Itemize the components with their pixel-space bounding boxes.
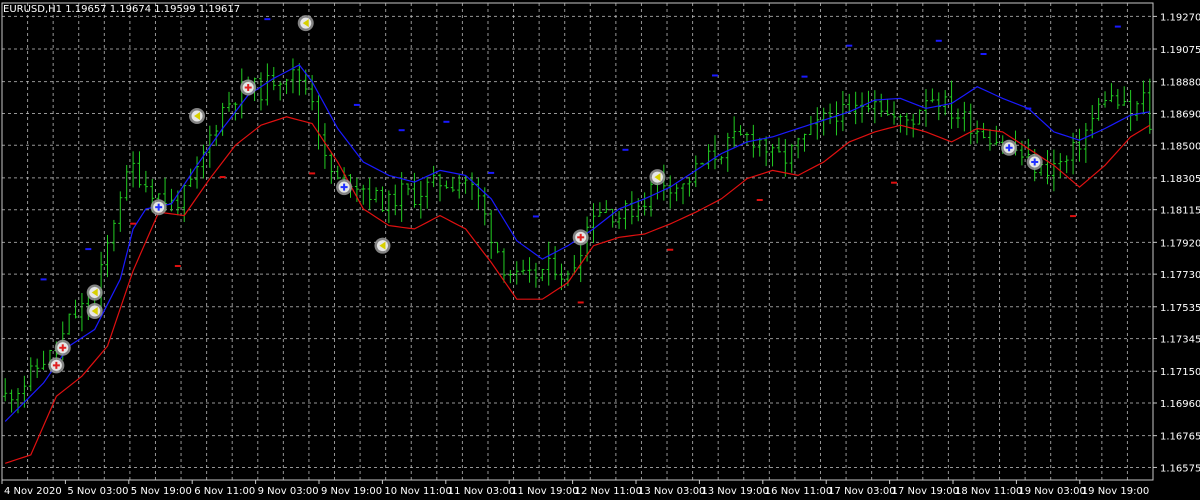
x-tick-label: 6 Nov 11:00 [194, 486, 255, 497]
y-tick-label: 1.19270 [1160, 12, 1200, 23]
x-tick-label: 19 Nov 19:00 [1082, 486, 1149, 497]
signal-marker[interactable] [150, 199, 167, 216]
signal-marker[interactable] [297, 15, 314, 32]
signal-marker[interactable] [54, 339, 71, 356]
y-tick-label: 1.19075 [1160, 45, 1200, 56]
x-tick-label: 16 Nov 11:00 [765, 486, 832, 497]
signal-marker[interactable] [649, 169, 666, 186]
x-tick-label: 9 Nov 19:00 [321, 486, 382, 497]
y-tick-label: 1.16960 [1160, 399, 1200, 410]
signal-marker[interactable] [374, 237, 391, 254]
x-tick-label: 13 Nov 03:00 [638, 486, 705, 497]
signal-marker[interactable] [1026, 154, 1043, 170]
signal-marker[interactable] [86, 284, 103, 301]
y-tick-label: 1.18880 [1160, 78, 1200, 89]
y-tick-label: 1.16575 [1160, 463, 1200, 474]
signal-marker[interactable] [1001, 139, 1018, 156]
x-tick-label: 11 Nov 19:00 [511, 486, 578, 497]
x-tick-label: 17 Nov 19:00 [892, 486, 959, 497]
x-tick-label: 17 Nov 03:00 [828, 486, 895, 497]
y-tick-label: 1.17345 [1160, 335, 1200, 346]
y-tick-label: 1.18500 [1160, 141, 1200, 152]
x-tick-label: 19 Nov 03:00 [1018, 486, 1085, 497]
y-tick-label: 1.18305 [1160, 174, 1200, 185]
symbol-info-label: EURUSD,H1 1.19657 1.19674 1.19599 1.1961… [3, 4, 240, 15]
x-tick-label: 18 Nov 11:00 [955, 486, 1022, 497]
x-tick-label: 4 Nov 2020 [4, 486, 62, 497]
signal-marker[interactable] [189, 107, 206, 124]
signal-marker[interactable] [240, 79, 257, 96]
signal-marker[interactable] [48, 357, 65, 374]
signal-marker[interactable] [572, 229, 589, 246]
y-tick-label: 1.17730 [1160, 270, 1200, 281]
signal-marker[interactable] [336, 179, 353, 196]
chart-background [0, 0, 1200, 500]
y-tick-label: 1.17535 [1160, 303, 1200, 314]
x-tick-label: 9 Nov 03:00 [258, 486, 319, 497]
x-tick-label: 11 Nov 03:00 [448, 486, 515, 497]
y-tick-label: 1.18115 [1160, 206, 1200, 217]
x-tick-label: 10 Nov 11:00 [384, 486, 451, 497]
x-tick-label: 13 Nov 19:00 [701, 486, 768, 497]
x-tick-label: 12 Nov 11:00 [575, 486, 642, 497]
y-tick-label: 1.18690 [1160, 109, 1200, 120]
signal-marker[interactable] [86, 302, 103, 319]
y-tick-label: 1.16765 [1160, 432, 1200, 443]
y-tick-label: 1.17150 [1160, 367, 1200, 378]
x-tick-label: 5 Nov 19:00 [131, 486, 192, 497]
x-tick-label: 5 Nov 03:00 [67, 486, 128, 497]
price-chart[interactable]: 1.19270 1.19075 1.18880 1.18690 1.18500 1.183… [0, 0, 1200, 500]
y-tick-label: 1.17920 [1160, 238, 1200, 249]
